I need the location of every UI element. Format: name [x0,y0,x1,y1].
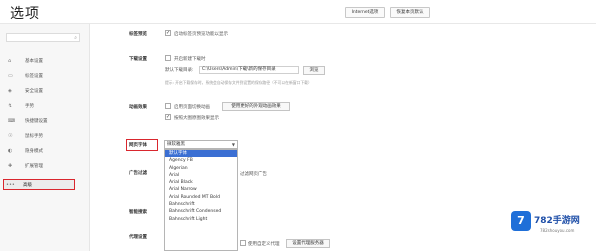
font-option[interactable]: Bahnschrift Condensed [165,208,237,215]
proxy-checkbox[interactable] [240,240,246,246]
font-select[interactable]: 微软雅黑 ▼ [164,140,238,149]
font-option[interactable]: Agency FB [165,157,237,164]
sidebar-item-shortcuts[interactable]: ⌨ 快捷键设置 [6,116,76,127]
font-option[interactable]: Bahnschrift Light [165,216,237,223]
animation-label: 动画效果 [129,105,147,110]
ad-filter-text: 过滤网页广告 [240,172,267,177]
keyboard-icon: ⌨ [8,118,16,124]
download-option: 开启新建下载时 [174,57,206,62]
sidebar-item-label: 隐身模式 [25,149,43,154]
smart-search-label: 智能搜索 [129,210,147,215]
font-dropdown-list[interactable]: 默认字体 Agency FB Algerian Arial Arial Blac… [164,149,238,251]
home-icon: ⌂ [8,58,12,64]
sidebar-item-label: 安全设置 [25,89,43,94]
font-select-value: 微软雅黑 [167,142,185,147]
apply-animation-button[interactable]: 使用更好的外观动画效果 [222,102,290,111]
sidebar-item-gesture[interactable]: ↯ 手势 [6,101,76,112]
proxy-settings-label: 代理设置 [129,235,147,240]
internet-options-button[interactable]: Internet选项 [345,7,385,18]
sidebar-item-tabs[interactable]: ▭ 标签设置 [6,71,76,82]
search-icon: ⌕ [74,35,77,41]
shield-icon: ◈ [8,88,12,94]
animation-checkbox[interactable] [165,103,171,109]
font-option[interactable]: Bahnschrift [165,201,237,208]
sidebar-item-basic[interactable]: ⌂ 基本设置 [6,56,76,67]
tab-preview-option: 启动标签页预览功能以显示 [174,32,228,37]
tab-preview-checkbox[interactable]: ✓ [165,30,171,36]
sidebar-search-input[interactable]: ⌕ [6,33,80,42]
set-proxy-button[interactable]: 设置代理服务器 [286,239,330,248]
download-checkbox[interactable] [165,55,171,61]
tab-icon: ▭ [8,73,13,79]
extension-icon: ✚ [8,163,13,169]
font-option[interactable]: Algerian [165,165,237,172]
watermark-url: 782shouyou.com [540,228,575,233]
more-icon: ••• [6,182,15,188]
sidebar: ⌕ ⌂ 基本设置 ▭ 标签设置 ◈ 安全设置 ↯ 手势 ⌨ 快捷键设置 ☉ 鼠标… [0,24,90,251]
font-option[interactable]: 默认字体 [165,150,237,158]
sidebar-item-mouse-gesture[interactable]: ☉ 鼠标手势 [6,131,76,142]
sidebar-item-security[interactable]: ◈ 安全设置 [6,86,76,97]
tab-preview-label: 标签预览 [129,32,147,37]
font-option[interactable]: Arial Black [165,179,237,186]
page-title: 选项 [10,6,40,22]
sidebar-item-label: 标签设置 [25,74,43,79]
font-option[interactable]: Arial [165,172,237,179]
browse-button[interactable]: 浏览 [303,66,325,75]
reset-page-defaults-button[interactable]: 恢复本页默认 [390,7,430,18]
large-image-checkbox[interactable]: ✓ [165,114,171,120]
font-option[interactable]: Arial Rounded MT Bold [165,194,237,201]
privacy-icon: ◐ [8,148,13,154]
font-label: 网页字体 [129,143,147,148]
large-image-option: 按照大图原图效果显示 [174,116,219,121]
sidebar-item-label: 基本设置 [25,59,43,64]
font-option[interactable]: Arial Narrow [165,186,237,193]
download-path-label: 默认下载目录: [165,68,194,73]
watermark-text: 782手游网 [534,216,580,226]
animation-option: 启用页面切换动画 [174,105,210,110]
download-settings-label: 下载设置 [129,57,147,62]
sidebar-item-label: 手势 [25,104,34,109]
sidebar-item-label: 快捷键设置 [25,119,48,124]
site-logo-letter: 7 [517,214,525,227]
gesture-icon: ↯ [8,103,13,109]
download-note: 提示: 开启下载保存时，系统会自动保存文件到设置的保存路径（不可以在新窗口下载） [165,80,312,85]
sidebar-item-advanced[interactable]: ••• 高级 [3,179,75,190]
download-path-input[interactable]: C:\Users\Admin\下载\新的保存目录 [199,66,299,74]
sidebar-item-incognito[interactable]: ◐ 隐身模式 [6,146,76,157]
sidebar-item-label: 扩展管理 [25,164,43,169]
sidebar-item-label: 高级 [23,183,32,188]
ad-filter-label: 广告过滤 [129,171,147,176]
chevron-down-icon: ▼ [231,142,235,147]
proxy-option: 使用自定义代理 [248,242,280,247]
mouse-icon: ☉ [8,133,13,139]
sidebar-item-label: 鼠标手势 [25,134,43,139]
site-logo: 7 [511,211,531,231]
sidebar-item-extensions[interactable]: ✚ 扩展管理 [6,161,76,172]
